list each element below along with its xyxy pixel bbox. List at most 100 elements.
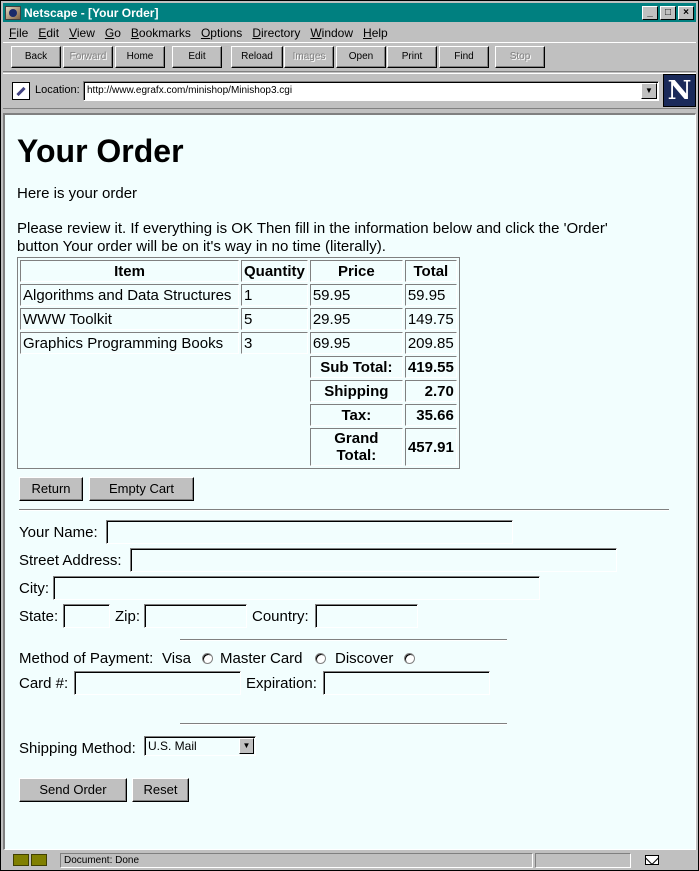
master-card-radio[interactable]	[315, 653, 326, 664]
maximize-button[interactable]: □	[660, 5, 676, 20]
tax-label: Tax:	[309, 404, 403, 426]
empty-cell	[20, 428, 308, 466]
price-cell: 29.95	[309, 308, 403, 330]
empty-cell	[20, 404, 308, 426]
table-row: Algorithms and Data Structures 1 59.95 5…	[20, 284, 457, 306]
header-total: Total	[404, 260, 457, 282]
qty-cell: 3	[241, 332, 308, 354]
dropdown-arrow-icon[interactable]: ▼	[239, 738, 254, 754]
total-cell: 59.95	[404, 284, 457, 306]
card-number-label: Card #:	[19, 675, 69, 692]
review-text: Please review it. If everything is OK Th…	[17, 220, 608, 255]
empty-cell	[20, 356, 308, 378]
header-item: Item	[20, 260, 239, 282]
return-button[interactable]: Return	[19, 477, 83, 501]
empty-cart-button[interactable]: Empty Cart	[89, 477, 194, 501]
stop-button[interactable]: Stop	[495, 46, 545, 68]
divider	[180, 639, 507, 641]
header-price: Price	[309, 260, 403, 282]
reset-button[interactable]: Reset	[132, 778, 189, 802]
menu-view[interactable]: View	[69, 26, 95, 40]
shipping-method-value: U.S. Mail	[148, 739, 197, 753]
page-title: Your Order	[17, 133, 184, 169]
zip-label: Zip:	[115, 608, 141, 625]
qty-cell: 5	[241, 308, 308, 330]
shipping-value: 2.70	[404, 380, 457, 402]
grand-total-value: 457.91	[404, 428, 457, 466]
tax-value: 35.66	[404, 404, 457, 426]
edit-button[interactable]: Edit	[172, 46, 222, 68]
open-button[interactable]: Open	[336, 46, 386, 68]
visa-radio[interactable]	[202, 653, 213, 664]
netscape-app-icon[interactable]	[5, 5, 21, 20]
summary-row-shipping: Shipping 2.70	[20, 380, 457, 402]
forward-button[interactable]: Forward	[63, 46, 113, 68]
table-row: Graphics Programming Books 3 69.95 209.8…	[20, 332, 457, 354]
url-text: http://www.egrafx.com/minishop/Minishop3…	[87, 85, 293, 96]
back-button[interactable]: Back	[11, 46, 61, 68]
menu-edit[interactable]: Edit	[38, 26, 59, 40]
expiration-label: Expiration:	[246, 675, 317, 692]
order-table: Item Quantity Price Total Algorithms and…	[17, 257, 460, 469]
visa-label: Visa	[162, 650, 191, 667]
location-bar: Location: http://www.egrafx.com/minishop…	[3, 73, 696, 109]
close-button[interactable]: ×	[678, 5, 694, 20]
item-cell: Algorithms and Data Structures	[20, 284, 239, 306]
menu-window[interactable]: Window	[310, 26, 353, 40]
your-name-label: Your Name:	[19, 524, 98, 541]
master-card-label: Master Card	[220, 650, 303, 667]
status-text: Document: Done	[60, 853, 533, 868]
street-address-input[interactable]	[130, 548, 617, 572]
summary-row-grand-total: Grand Total: 457.91	[20, 428, 457, 466]
table-header-row: Item Quantity Price Total	[20, 260, 457, 282]
menu-go[interactable]: Go	[105, 26, 121, 40]
city-input[interactable]	[53, 576, 540, 600]
total-cell: 149.75	[404, 308, 457, 330]
menu-bookmarks[interactable]: Bookmarks	[131, 26, 191, 40]
divider	[180, 723, 507, 725]
shipping-method-select[interactable]: U.S. Mail ▼	[144, 736, 256, 756]
street-address-label: Street Address:	[19, 552, 122, 569]
divider	[19, 509, 669, 511]
discover-radio[interactable]	[404, 653, 415, 664]
shipping-label: Shipping	[309, 380, 403, 402]
summary-row-subtotal: Sub Total: 419.55	[20, 356, 457, 378]
menu-bar: File Edit View Go Bookmarks Options Dire…	[3, 23, 696, 42]
country-input[interactable]	[315, 604, 418, 628]
discover-label: Discover	[335, 650, 394, 667]
menu-directory[interactable]: Directory	[252, 26, 300, 40]
security-key-icon[interactable]	[13, 854, 49, 866]
page-content: Your Order Here is your order Please rev…	[3, 113, 696, 850]
home-button[interactable]: Home	[115, 46, 165, 68]
url-dropdown-arrow-icon[interactable]: ▼	[641, 83, 657, 99]
reload-button[interactable]: Reload	[231, 46, 283, 68]
menu-help[interactable]: Help	[363, 26, 388, 40]
qty-cell: 1	[241, 284, 308, 306]
bookmark-link-icon[interactable]	[12, 82, 30, 100]
expiration-input[interactable]	[323, 671, 490, 695]
header-quantity: Quantity	[241, 260, 308, 282]
find-button[interactable]: Find	[439, 46, 489, 68]
state-input[interactable]	[63, 604, 110, 628]
send-order-button[interactable]: Send Order	[19, 778, 127, 802]
price-cell: 59.95	[309, 284, 403, 306]
mail-icon[interactable]	[645, 855, 659, 865]
country-label: Country:	[252, 608, 309, 625]
progress-indicator	[535, 853, 631, 868]
zip-input[interactable]	[144, 604, 247, 628]
shipping-method-label: Shipping Method:	[19, 740, 136, 757]
card-number-input[interactable]	[74, 671, 241, 695]
menu-file[interactable]: File	[9, 26, 28, 40]
subtotal-label: Sub Total:	[309, 356, 403, 378]
title-bar: Netscape - [Your Order] _ □ ×	[3, 3, 696, 22]
price-cell: 69.95	[309, 332, 403, 354]
table-row: WWW Toolkit 5 29.95 149.75	[20, 308, 457, 330]
minimize-button[interactable]: _	[642, 5, 658, 20]
url-input[interactable]: http://www.egrafx.com/minishop/Minishop3…	[83, 81, 659, 101]
subtotal-value: 419.55	[404, 356, 457, 378]
netscape-logo[interactable]: N	[663, 74, 696, 107]
your-name-input[interactable]	[106, 520, 513, 544]
images-button[interactable]: Images	[284, 46, 334, 68]
menu-options[interactable]: Options	[201, 26, 242, 40]
print-button[interactable]: Print	[387, 46, 437, 68]
